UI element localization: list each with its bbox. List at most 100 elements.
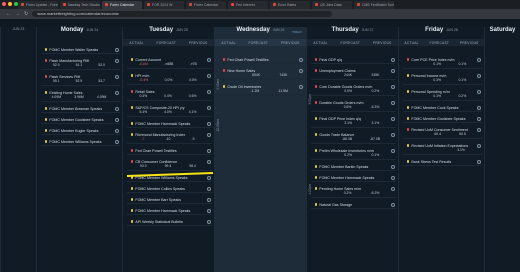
event-details-icon[interactable] xyxy=(207,175,211,180)
calendar-event[interactable]: Final GDP q/q xyxy=(315,57,395,62)
event-details-icon[interactable] xyxy=(391,68,395,73)
calendar-event[interactable]: Durable Goods Orders m/m 0.6% -6.3% xyxy=(315,100,395,109)
event-details-icon[interactable] xyxy=(207,57,211,62)
event-details-icon[interactable] xyxy=(115,106,119,111)
calendar-event[interactable]: Current Account -£104 -¤88B -¤7B xyxy=(131,57,211,66)
event-details-icon[interactable] xyxy=(115,47,119,52)
event-details-icon[interactable] xyxy=(477,143,481,148)
event-details-icon[interactable] xyxy=(299,84,303,89)
calendar-event[interactable]: New Home Sales 694K 743K xyxy=(223,68,303,77)
event-details-icon[interactable] xyxy=(477,127,481,132)
event-details-icon[interactable] xyxy=(207,148,211,153)
event-details-icon[interactable] xyxy=(391,175,395,180)
browser-tab[interactable]: Forex Calendar xyxy=(186,0,226,9)
forward-arrow-icon[interactable]: → xyxy=(15,11,20,17)
calendar-event[interactable]: Prelim Wholesale Inventories m/m 0.2% 0.1% xyxy=(315,148,395,157)
calendar-event[interactable]: Personal Spending m/m 0.1% 0.2% xyxy=(407,89,481,98)
back-arrow-icon[interactable]: ← xyxy=(6,11,11,17)
calendar-event[interactable]: FOMC Member Hammack Speaks xyxy=(131,208,211,213)
calendar-event[interactable]: Pending Home Sales m/m 0.2% -6.3% xyxy=(315,186,395,195)
event-details-icon[interactable] xyxy=(115,128,119,133)
event-details-icon[interactable] xyxy=(207,105,211,110)
calendar-event[interactable]: FOMC Member Barr Speaks xyxy=(131,197,211,202)
calendar-event[interactable]: Unemployment Claims 244K 245K xyxy=(315,68,395,77)
calendar-event[interactable]: FOMC Member Goolsbee Speaks xyxy=(407,116,481,121)
calendar-event[interactable]: Fed Chair Powell Testifies xyxy=(131,148,211,153)
event-details-icon[interactable] xyxy=(207,186,211,191)
calendar-event[interactable]: Core PCE Price Index m/m 0.1% 0.1% xyxy=(407,57,481,66)
event-details-icon[interactable] xyxy=(115,139,119,144)
calendar-event[interactable]: FOMC Member Waller Speaks xyxy=(45,47,119,52)
maximize-window-icon[interactable] xyxy=(14,2,18,6)
event-details-icon[interactable] xyxy=(207,219,211,224)
calendar-event[interactable]: Final GDP Price Index q/q 3.1% 3.1% xyxy=(315,116,395,125)
browser-tab[interactable]: FOR 2024 W xyxy=(144,0,184,9)
calendar-event[interactable]: FOMC Member Kugler Speaks xyxy=(45,128,119,133)
event-details-icon[interactable] xyxy=(477,159,481,164)
calendar-event[interactable]: Fed Chair Powell Testifies xyxy=(223,57,303,62)
event-details-icon[interactable] xyxy=(115,58,119,63)
event-details-icon[interactable] xyxy=(477,116,481,121)
calendar-event[interactable]: FOMC Member Williams Speaks xyxy=(45,139,119,144)
calendar-event[interactable]: HPI m/m -0.4% 0.0% 0.0% xyxy=(131,73,211,82)
calendar-event[interactable]: Personal Income m/m 0.3% 0.1% xyxy=(407,73,481,82)
url-input[interactable]: www.marketfreighting.com/calendar/econom… xyxy=(32,11,333,17)
event-details-icon[interactable] xyxy=(477,57,481,62)
browser-tab[interactable]: CME FedWatch Tool xyxy=(354,0,394,9)
event-details-icon[interactable] xyxy=(391,148,395,153)
browser-tab[interactable]: Forex Update - ForexFactory xyxy=(18,0,58,9)
calendar-event[interactable]: Natural Gas Storage xyxy=(315,202,395,207)
calendar-event[interactable]: Revised UoM Inflation Expectations 3.1% xyxy=(407,143,481,152)
calendar-event[interactable]: Existing Home Sales 4.09M 3.96M 4.09M xyxy=(45,90,119,99)
calendar-event[interactable]: FOMC Member Hammack Speaks xyxy=(315,175,395,180)
calendar-event[interactable]: Flash Manufacturing PMI 52.0 51.1 52.0 xyxy=(45,58,119,67)
window-controls[interactable] xyxy=(2,2,18,6)
event-details-icon[interactable] xyxy=(391,164,395,169)
event-details-icon[interactable] xyxy=(207,89,211,94)
event-details-icon[interactable] xyxy=(391,132,395,137)
calendar-event[interactable]: FOMC Member Barkin Speaks xyxy=(315,164,395,169)
event-details-icon[interactable] xyxy=(207,197,211,202)
browser-tab[interactable]: Econ Rates xyxy=(270,0,310,9)
event-details-icon[interactable] xyxy=(477,73,481,78)
calendar-event[interactable]: Bank Stress Test Results xyxy=(407,159,481,164)
event-details-icon[interactable] xyxy=(207,73,211,78)
event-details-icon[interactable] xyxy=(391,116,395,121)
event-details-icon[interactable] xyxy=(299,57,303,62)
event-details-icon[interactable] xyxy=(299,68,303,73)
calendar-event[interactable]: API Weekly Statistical Bulletin xyxy=(131,219,211,224)
calendar-event[interactable]: FOMC Member Bowman Speaks xyxy=(45,106,119,111)
calendar-event[interactable]: Revised UoM Consumer Sentiment 60.4 60.5 xyxy=(407,127,481,136)
event-details-icon[interactable] xyxy=(207,132,211,137)
calendar-event[interactable]: S&P/CS Composite-20 HPI y/y 5.4% 4.0% 4.1% xyxy=(131,105,211,114)
browser-tab[interactable]: Nasdaq Tech Stocks xyxy=(60,0,100,9)
event-details-icon[interactable] xyxy=(207,159,211,164)
event-details-icon[interactable] xyxy=(207,121,211,126)
calendar-event[interactable]: Flash Services PMI 55.1 52.9 53.7 xyxy=(45,74,119,83)
event-details-icon[interactable] xyxy=(115,74,119,79)
calendar-event[interactable]: FOMC Member Cook Speaks xyxy=(407,105,481,110)
event-details-icon[interactable] xyxy=(477,89,481,94)
event-details-icon[interactable] xyxy=(391,100,395,105)
calendar-event[interactable]: FOMC Member Hammack Speaks xyxy=(131,121,211,126)
minimize-window-icon[interactable] xyxy=(8,2,12,6)
event-details-icon[interactable] xyxy=(391,57,395,62)
browser-tab[interactable]: Fed Interest xyxy=(228,0,268,9)
event-details-icon[interactable] xyxy=(115,117,119,122)
event-details-icon[interactable] xyxy=(477,105,481,110)
calendar-event[interactable]: Retail Sales 0.3% 0.4% 0.6% xyxy=(131,89,211,98)
calendar-event[interactable]: Richmond Manufacturing Index -7 -10 -9 xyxy=(131,132,211,141)
reload-icon[interactable]: ↻ xyxy=(24,11,28,17)
close-window-icon[interactable] xyxy=(2,2,6,6)
event-details-icon[interactable] xyxy=(207,208,211,213)
calendar-event[interactable]: Crude Oil Inventories -1.2M -11.5M xyxy=(223,84,303,93)
event-details-icon[interactable] xyxy=(115,90,119,95)
browser-tab[interactable]: Forex Calendar xyxy=(102,0,142,9)
calendar-event[interactable]: FOMC Member Collins Speaks xyxy=(131,186,211,191)
calendar-event[interactable]: Goods Trade Balance -86.3B -87.0B xyxy=(315,132,395,141)
calendar-event[interactable]: Core Durable Goods Orders m/m 0.0% 0.2% xyxy=(315,84,395,93)
calendar-event[interactable]: CB Consumer Confidence 93.0 99.4 98.4 xyxy=(131,159,211,168)
event-details-icon[interactable] xyxy=(391,202,395,207)
browser-tab[interactable]: US Jobs Data xyxy=(312,0,352,9)
event-details-icon[interactable] xyxy=(391,186,395,191)
